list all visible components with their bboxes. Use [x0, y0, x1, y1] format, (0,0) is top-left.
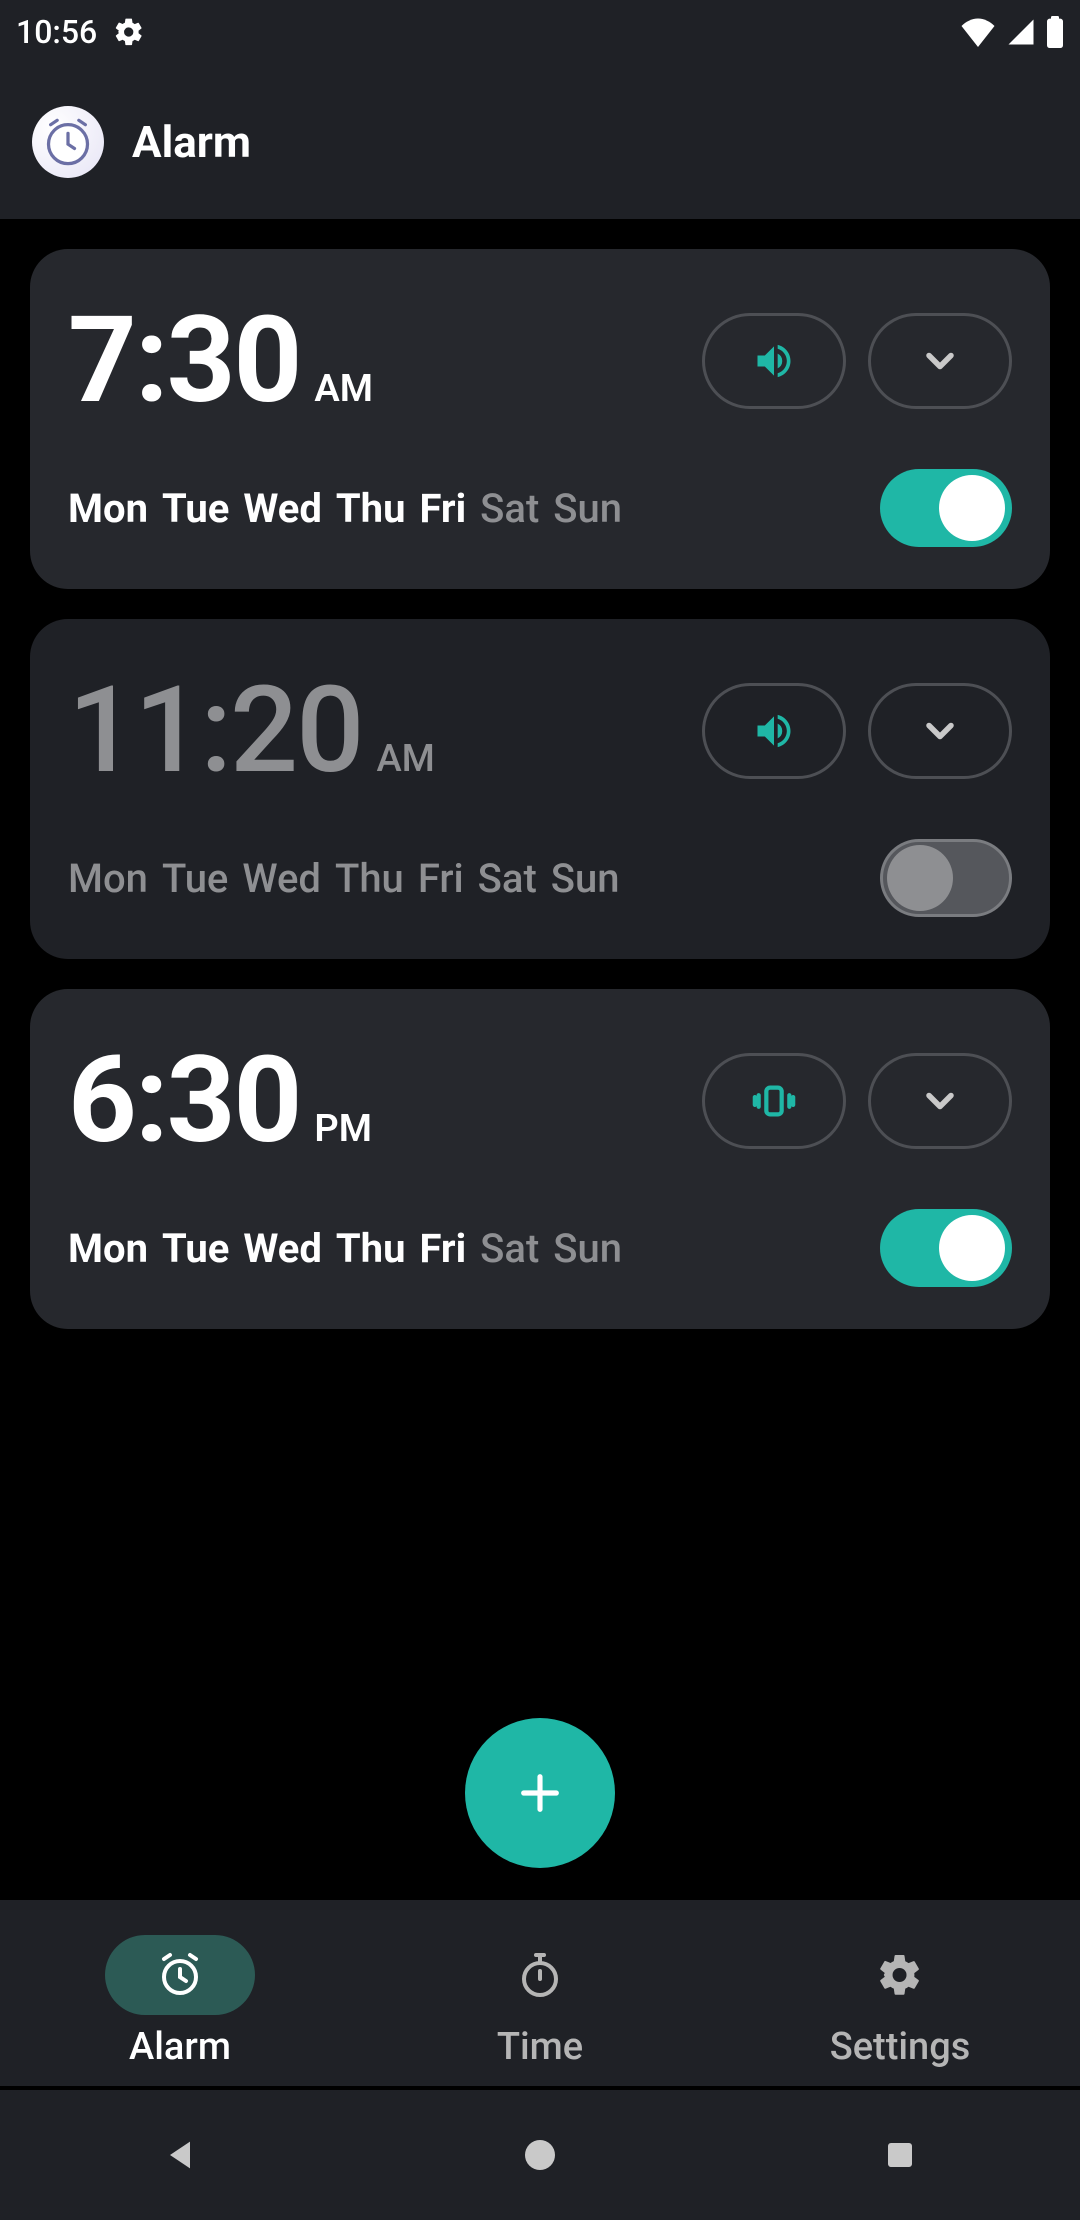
day-label: Sun	[551, 855, 620, 902]
alarm-toggle[interactable]	[880, 469, 1012, 547]
alarm-time[interactable]: 11:20 AM	[68, 661, 435, 801]
nav-item-time[interactable]: Time	[465, 1935, 615, 2069]
chevron-down-icon	[918, 339, 962, 383]
gear-icon	[113, 16, 145, 48]
nav-label: Settings	[830, 2025, 971, 2069]
toggle-knob	[887, 845, 953, 911]
nav-item-settings[interactable]: Settings	[825, 1935, 975, 2069]
app-header: Alarm	[0, 64, 1080, 219]
battery-icon	[1046, 16, 1064, 48]
day-label: Thu	[336, 1225, 406, 1272]
alarm-time-row: 11:20 AM	[68, 661, 1012, 801]
alarm-days[interactable]: Mon Tue Wed Thu Fri Sat Sun	[68, 855, 620, 902]
day-label: Wed	[243, 1225, 322, 1272]
cell-signal-icon	[1006, 17, 1036, 47]
day-label: Fri	[419, 485, 466, 532]
add-alarm-button[interactable]	[465, 1718, 615, 1868]
day-label: Sat	[478, 855, 537, 902]
status-left: 10:56	[16, 13, 145, 51]
nav-label: Alarm	[129, 2025, 231, 2069]
day-label: Fri	[419, 1225, 466, 1272]
chevron-down-icon	[918, 709, 962, 753]
alarm-time-value: 6:30	[68, 1031, 300, 1171]
alarm-time[interactable]: 6:30 PM	[68, 1031, 372, 1171]
alarm-time-value: 7:30	[68, 291, 300, 431]
plus-icon	[512, 1765, 568, 1821]
status-bar: 10:56	[0, 0, 1080, 64]
alarm-days-row: Mon Tue Wed Thu Fri Sat Sun	[68, 1209, 1012, 1287]
alarm-actions	[702, 313, 1012, 409]
expand-button[interactable]	[868, 683, 1012, 779]
alarm-days[interactable]: Mon Tue Wed Thu Fri Sat Sun	[68, 485, 622, 532]
day-label: Mon	[68, 485, 148, 532]
alarm-actions	[702, 1053, 1012, 1149]
chevron-down-icon	[918, 1079, 962, 1123]
alarm-list: 7:30 AM Mon Tue Wed	[0, 219, 1080, 1329]
day-label: Tue	[162, 1225, 229, 1272]
expand-button[interactable]	[868, 313, 1012, 409]
system-nav	[0, 2090, 1080, 2220]
day-label: Sat	[480, 1225, 539, 1272]
recents-button[interactable]	[800, 2115, 1000, 2195]
expand-button[interactable]	[868, 1053, 1012, 1149]
volume-icon	[752, 339, 796, 383]
back-button[interactable]	[80, 2115, 280, 2195]
alarm-clock-icon	[32, 106, 104, 178]
sound-mode-button[interactable]	[702, 1053, 846, 1149]
alarm-ampm: AM	[376, 737, 434, 781]
alarm-icon	[156, 1951, 204, 1999]
sound-mode-button[interactable]	[702, 313, 846, 409]
alarm-ampm: AM	[314, 367, 373, 411]
home-button[interactable]	[440, 2115, 640, 2195]
alarm-days-row: Mon Tue Wed Thu Fri Sat Sun	[68, 839, 1012, 917]
alarm-card[interactable]: 6:30 PM Mon Tue Wed	[30, 989, 1050, 1329]
toggle-knob	[939, 1215, 1005, 1281]
day-label: Mon	[68, 855, 148, 902]
day-label: Sun	[553, 485, 622, 532]
day-label: Fri	[418, 855, 464, 902]
alarm-time-value: 11:20	[68, 661, 362, 801]
day-label: Thu	[335, 855, 404, 902]
alarm-days[interactable]: Mon Tue Wed Thu Fri Sat Sun	[68, 1225, 622, 1272]
day-label: Sun	[553, 1225, 622, 1272]
alarm-time[interactable]: 7:30 AM	[68, 291, 373, 431]
nav-label: Time	[497, 2025, 583, 2069]
alarm-card[interactable]: 7:30 AM Mon Tue Wed	[30, 249, 1050, 589]
alarm-toggle[interactable]	[880, 839, 1012, 917]
stopwatch-icon	[516, 1951, 564, 1999]
alarm-card[interactable]: 11:20 AM Mon Tue Wed	[30, 619, 1050, 959]
wifi-icon	[960, 17, 996, 47]
day-label: Thu	[336, 485, 406, 532]
day-label: Mon	[68, 1225, 148, 1272]
vibrate-icon	[751, 1078, 797, 1124]
alarm-days-row: Mon Tue Wed Thu Fri Sat Sun	[68, 469, 1012, 547]
day-label: Tue	[162, 855, 228, 902]
volume-icon	[752, 709, 796, 753]
alarm-ampm: PM	[314, 1107, 372, 1151]
day-label: Wed	[242, 855, 321, 902]
gear-icon	[876, 1951, 924, 1999]
day-label: Sat	[480, 485, 539, 532]
nav-item-alarm[interactable]: Alarm	[105, 1935, 255, 2069]
alarm-time-row: 7:30 AM	[68, 291, 1012, 431]
status-time: 10:56	[16, 13, 97, 51]
toggle-knob	[939, 475, 1005, 541]
bottom-nav: Alarm Time Settings	[0, 1900, 1080, 2086]
sound-mode-button[interactable]	[702, 683, 846, 779]
alarm-toggle[interactable]	[880, 1209, 1012, 1287]
page-title: Alarm	[132, 116, 251, 168]
alarm-time-row: 6:30 PM	[68, 1031, 1012, 1171]
day-label: Tue	[162, 485, 229, 532]
day-label: Wed	[243, 485, 322, 532]
status-right	[960, 16, 1064, 48]
alarm-actions	[702, 683, 1012, 779]
